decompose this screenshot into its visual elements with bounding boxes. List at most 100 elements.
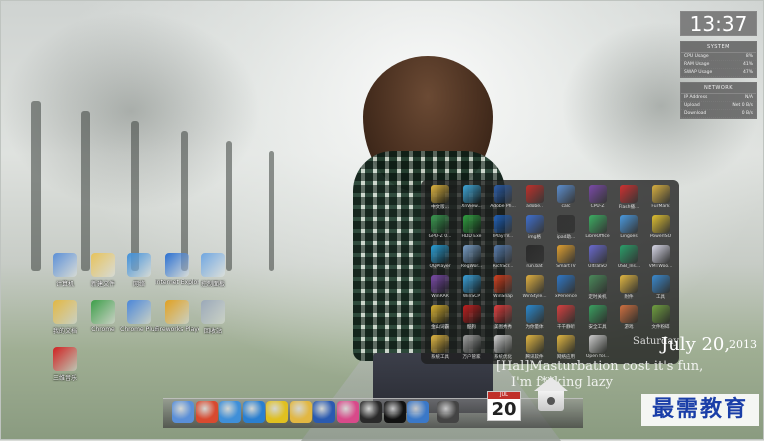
launcher-app[interactable]: img格 (520, 215, 550, 240)
chrome-icon[interactable] (195, 401, 218, 423)
network-row: Download 0 B/s (681, 110, 756, 118)
launcher-app[interactable]: USB_Ins... (614, 245, 644, 269)
watermark: 最需教育 (641, 394, 759, 426)
desktop-icon[interactable]: 控制面板 (191, 253, 235, 288)
date-month-day: July 20, (661, 334, 731, 355)
launcher-app[interactable]: 安全工具 (583, 305, 613, 330)
launcher-app-label: 为你量体 (525, 325, 544, 330)
chrome-plus-icon[interactable] (219, 401, 241, 423)
launcher-app[interactable]: 酷狗 (457, 305, 487, 330)
launcher-app[interactable]: FurMark (646, 185, 676, 209)
qq-icon[interactable] (266, 401, 288, 423)
launcher-app[interactable]: QQPlayer (425, 245, 455, 269)
launcher-app-icon (620, 245, 638, 263)
launcher-app[interactable]: RegWor... (457, 245, 487, 269)
tree-trunk (226, 141, 232, 271)
network-panel-title: NETWORK (681, 83, 756, 94)
launcher-app[interactable]: 游戏 (614, 305, 644, 330)
launcher-app[interactable]: CPU-Z (583, 185, 613, 209)
home-icon-body (538, 391, 564, 411)
launcher-app[interactable]: Lingoes (614, 215, 644, 239)
desktop-icon[interactable]: 回收站 (191, 300, 235, 335)
desktop-icon-image (201, 253, 225, 277)
launcher-app[interactable]: adobe.. (520, 185, 550, 209)
launcher-app[interactable]: Flash播... (614, 185, 644, 210)
launcher-app[interactable]: Adobe Ph... (488, 185, 518, 209)
launcher-app[interactable]: 系统工具 (425, 335, 455, 360)
launcher-app[interactable]: SmartTV (551, 245, 581, 269)
launcher-app[interactable]: 千千静听 (551, 305, 581, 330)
desktop[interactable]: 计算机新建文件网络Internet Explorer控制面板我的文档Chrome… (0, 0, 764, 441)
launcher-app-label: RichScr... (492, 264, 514, 269)
folder-icon[interactable] (289, 401, 312, 423)
launcher-app[interactable]: 中文版... (425, 185, 455, 210)
launcher-app-label: 金山词霸 (431, 325, 449, 330)
launcher-app-label: 万户管家 (462, 355, 481, 360)
launcher-app-icon (588, 275, 607, 293)
finder-icon[interactable] (172, 401, 194, 423)
launcher-app[interactable]: WinSnap (488, 275, 518, 299)
launcher-app[interactable]: IPlayTV... (488, 215, 518, 239)
launcher-app-icon (588, 215, 607, 233)
launcher-app[interactable]: ipad助... (551, 215, 581, 240)
launcher-app[interactable]: 美图秀秀 (488, 305, 518, 330)
terminal-icon[interactable] (383, 401, 406, 423)
launcher-app[interactable]: calc (551, 185, 581, 209)
launcher-app-icon (494, 305, 512, 323)
launcher-app[interactable]: xPerience (551, 275, 581, 299)
launcher-app[interactable]: 万户管家 (457, 335, 487, 360)
stack-icon[interactable] (407, 401, 429, 423)
launcher-app-icon (525, 215, 544, 233)
launcher-app[interactable]: XnView... (457, 185, 487, 209)
launcher-app-icon (651, 275, 670, 293)
monitor-icon[interactable] (360, 401, 382, 423)
clock-widget: 13:37 (680, 11, 757, 36)
launcher-app-label: ipad助... (556, 235, 576, 240)
launcher-app[interactable]: PowerISO (646, 215, 676, 239)
launcher-app[interactable]: 为你量体 (520, 305, 550, 330)
launcher-app-label: CPU-Z (590, 204, 605, 209)
launcher-app[interactable]: VMTWoo... (646, 245, 676, 269)
launcher-app[interactable]: 工具 (646, 275, 676, 300)
launcher-app[interactable]: WinStyle... (520, 275, 550, 299)
launcher-app-icon (620, 275, 638, 293)
launcher-app[interactable]: RichScr... (488, 245, 518, 269)
launcher-app-icon (651, 305, 670, 323)
launcher-app-label: LibreOffice (585, 234, 610, 239)
desktop-icon-image (201, 300, 225, 324)
launcher-app-icon (620, 185, 638, 203)
home-icon[interactable] (534, 377, 568, 413)
launcher-app[interactable]: LibreOffice (583, 215, 613, 239)
desktop-icon-image (91, 300, 115, 324)
launcher-app-icon (462, 335, 481, 353)
launcher-app[interactable]: UltraISO (583, 245, 613, 269)
launcher-app[interactable]: 腾讯软件 (520, 335, 550, 360)
kugou-icon[interactable] (242, 401, 265, 423)
desktop-icon[interactable]: 三维音乐 (43, 347, 87, 382)
launcher-app[interactable]: 定时关机 (583, 275, 613, 300)
tree-trunk (269, 151, 274, 271)
launcher-app[interactable]: run.bat (520, 245, 550, 269)
gamepad-icon[interactable] (436, 401, 459, 423)
desktop-icon-image (127, 253, 151, 277)
launcher-app[interactable]: HDD Exe (457, 215, 487, 239)
launcher-app[interactable]: 文件粉碎 (646, 305, 676, 330)
launcher-app[interactable]: 系统优化 (488, 335, 518, 360)
desktop-icon-image (53, 347, 77, 371)
launcher-app[interactable]: GPU-Z 0... (425, 215, 455, 239)
word-icon[interactable] (313, 401, 335, 423)
launcher-app[interactable]: WinSCP (457, 275, 487, 299)
picasa-icon[interactable] (336, 401, 359, 423)
launcher-app-label: 千千静听 (557, 325, 575, 330)
launcher-app[interactable]: 网络应用 (551, 335, 581, 360)
launcher-app[interactable]: 附件 (614, 275, 644, 300)
desktop-icon-image (165, 253, 189, 277)
launcher-app[interactable]: WinRAR (425, 275, 455, 299)
calendar-dock-icon[interactable]: JUL 20 (487, 391, 521, 421)
launcher-app-label: 安全工具 (588, 325, 607, 330)
network-panel: NETWORK IP Address N/A Upload Net 0 B/s Do… (680, 82, 757, 119)
desktop-icon-label: 控制面板 (200, 281, 225, 288)
launcher-app[interactable]: 金山词霸 (425, 305, 455, 330)
launcher-app[interactable]: Open fol... (583, 335, 613, 359)
launcher-app-label: 附件 (624, 295, 634, 300)
